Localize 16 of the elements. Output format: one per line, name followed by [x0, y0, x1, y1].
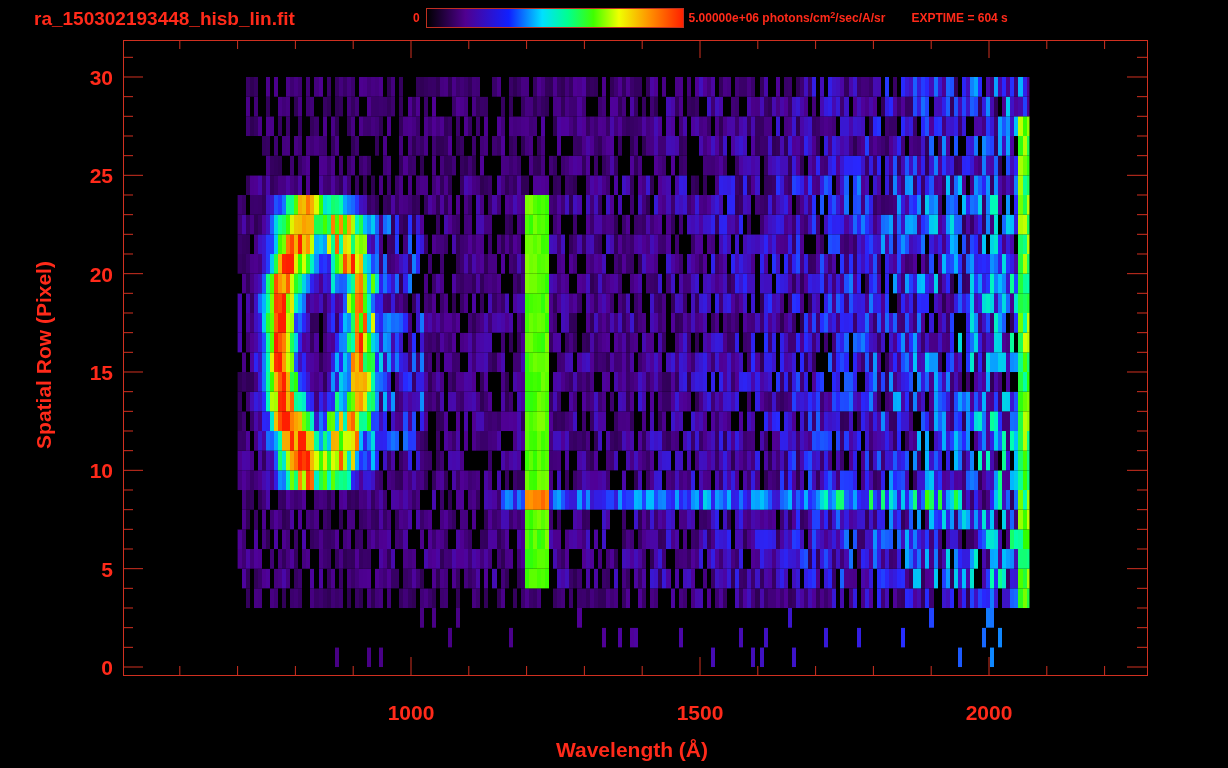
- x-axis-label: Wavelength (Å): [555, 738, 709, 761]
- y-tick-label: 10: [89, 459, 113, 483]
- exposure-label: EXPTIME = 604 s: [911, 12, 1008, 24]
- y-tick-label: 5: [101, 557, 113, 581]
- y-tick-label: 0: [101, 656, 113, 679]
- y-tick-label: 25: [89, 164, 113, 188]
- colorbar-min-label: 0: [412, 12, 420, 24]
- y-tick-label: 20: [89, 262, 113, 286]
- x-tick-label: 1000: [387, 701, 435, 724]
- y-tick-label: 15: [89, 361, 113, 384]
- x-tick-label: 2000: [965, 701, 1013, 724]
- filename-title: ra_150302193448_hisb_lin.fit: [34, 8, 295, 28]
- x-tick-label: 1500: [676, 701, 724, 724]
- y-tick-label: 30: [89, 66, 113, 89]
- colorbar-max-label: 5.00000e+06 photons/cm$^{2}$/sec/A/sr: [688, 12, 886, 24]
- y-axis-label: Spatial Row (Pixel): [32, 261, 55, 449]
